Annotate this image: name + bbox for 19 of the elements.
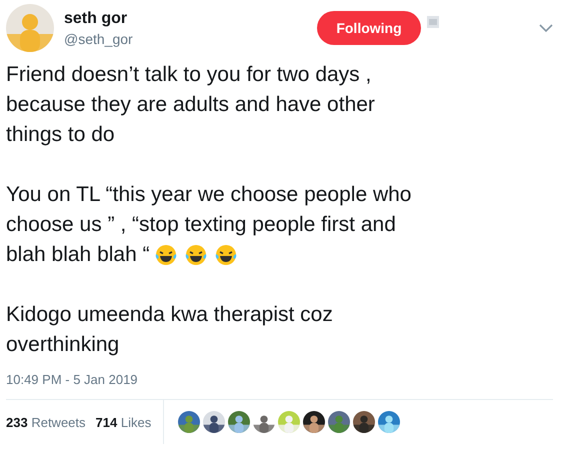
author-name[interactable]: seth gor	[64, 10, 307, 28]
stat-count[interactable]: 233 Retweets	[6, 414, 86, 430]
laughing-tears-icon	[214, 243, 238, 267]
tweet-timestamp[interactable]: 10:49 PM - 5 Jan 2019	[6, 372, 553, 387]
tweet-text: choose us ” , “stop texting people first and	[6, 212, 396, 238]
badge-icon	[427, 16, 439, 28]
laughing-tears-icon	[154, 243, 178, 267]
tweet-text: overthinking	[6, 332, 120, 358]
chevron-down-icon[interactable]	[539, 23, 553, 33]
tweet-text: Kidogo umeenda kwa therapist coz	[6, 302, 333, 328]
stat-count[interactable]: 714 Likes	[96, 414, 152, 430]
tweet-text: blah blah blah “	[6, 242, 150, 268]
laughing-tears-icon	[184, 243, 208, 267]
author-handle[interactable]: @seth_gor	[64, 30, 307, 46]
following-button[interactable]: Following	[317, 11, 421, 45]
tweet-text: You on TL “this year we choose people who	[6, 182, 412, 208]
tweet-text: Friend doesn’t talk to you for two days ,	[6, 62, 372, 88]
tweet-text: because they are adults and have other	[6, 92, 375, 118]
tweet-text: things to do	[6, 122, 115, 148]
